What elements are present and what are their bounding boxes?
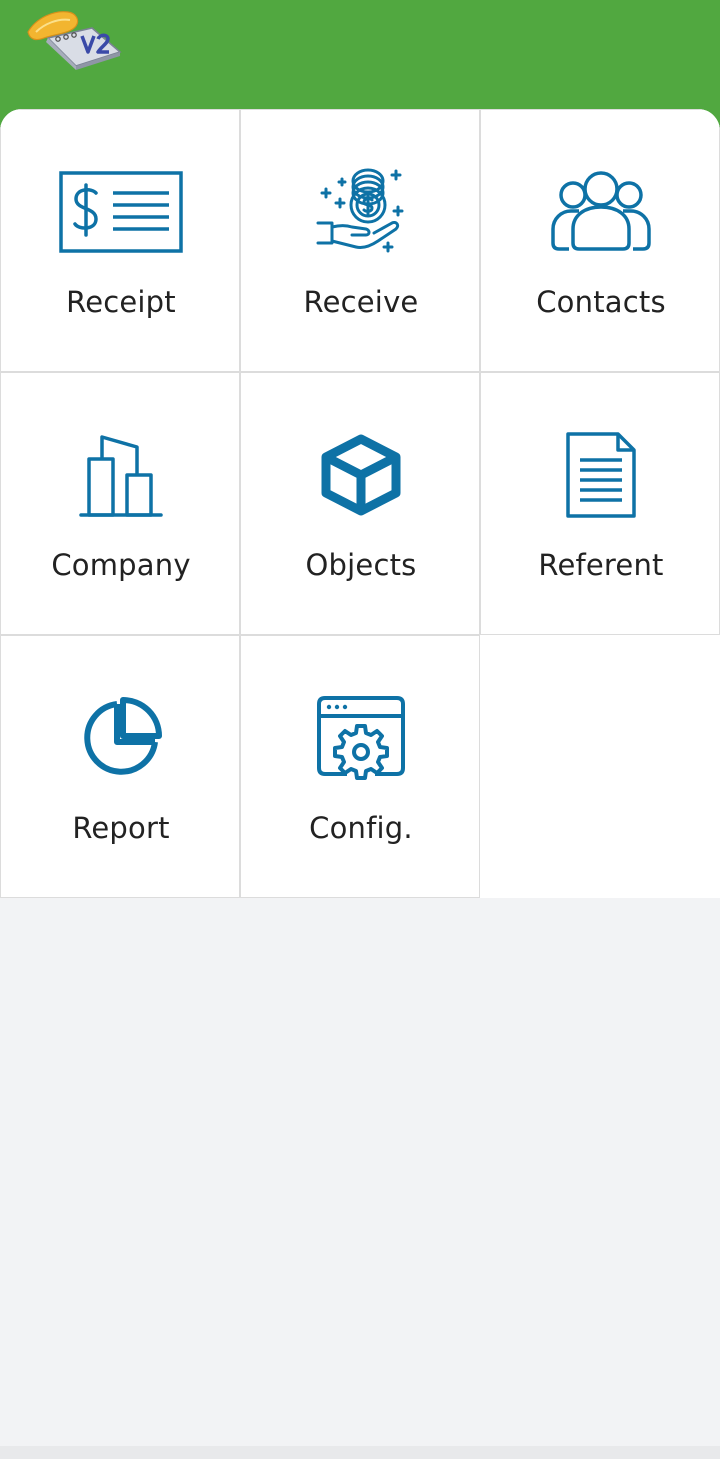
menu-tile-label: Company [51,548,191,582]
app-logo-icon[interactable] [26,8,122,74]
menu-tile-objects[interactable]: Objects [240,372,480,635]
menu-tile-label: Report [72,811,170,845]
menu-tile-referent[interactable]: Referent [480,372,720,635]
main-menu-panel: Receipt Receive Contacts Company Objects… [0,109,720,898]
menu-tile-label: Receive [303,285,419,319]
cube-icon [241,425,481,525]
menu-grid: Receipt Receive Contacts Company Objects… [0,109,720,898]
bottom-navigation-strip [0,1446,720,1459]
menu-tile-label: Objects [305,548,417,582]
receipt-dollar-icon [1,162,241,262]
menu-tile-label: Referent [538,548,664,582]
menu-tile-empty [480,635,720,898]
menu-tile-label: Config. [309,811,413,845]
menu-tile-config[interactable]: Config. [240,635,480,898]
hand-coins-icon [241,162,481,262]
menu-tile-label: Contacts [536,285,666,319]
menu-tile-receive[interactable]: Receive [240,109,480,372]
browser-gear-icon [241,688,481,788]
document-icon [481,425,720,525]
menu-tile-receipt[interactable]: Receipt [0,109,240,372]
buildings-icon [1,425,241,525]
people-group-icon [481,162,720,262]
menu-tile-label: Receipt [66,285,176,319]
menu-tile-report[interactable]: Report [0,635,240,898]
menu-tile-company[interactable]: Company [0,372,240,635]
menu-tile-contacts[interactable]: Contacts [480,109,720,372]
pie-chart-icon [1,688,241,788]
